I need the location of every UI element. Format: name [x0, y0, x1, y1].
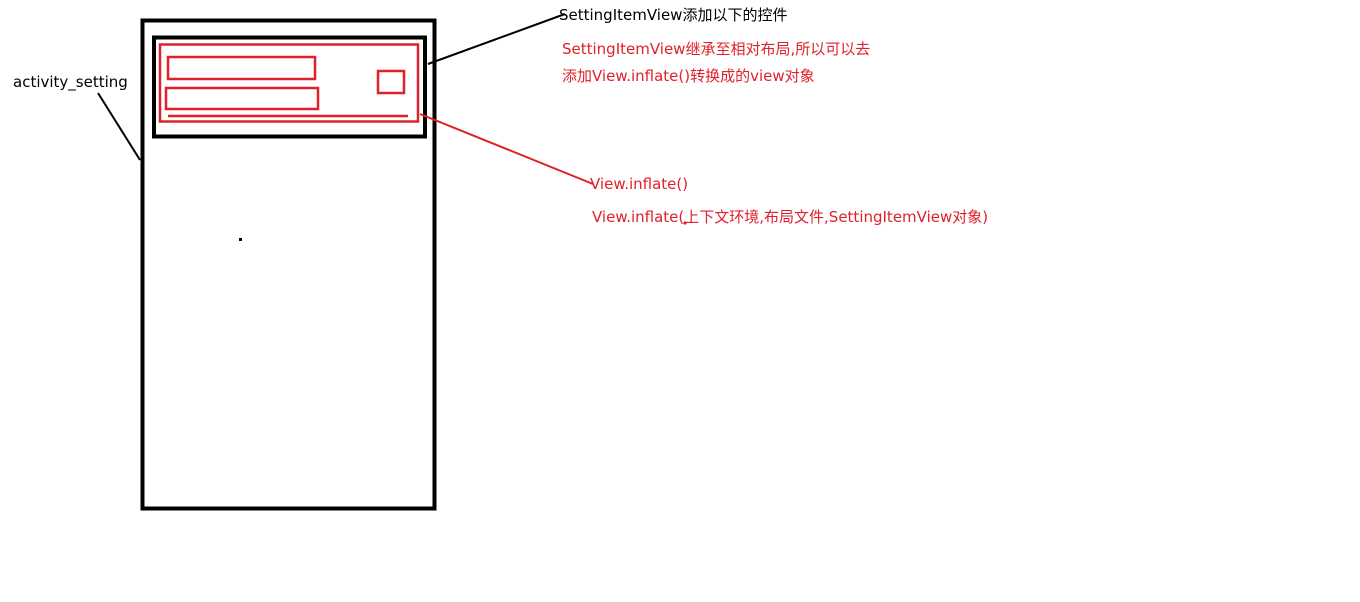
setting-item-view-note-line1: SettingItemView继承至相对布局,所以可以去	[562, 40, 871, 58]
inflate-title: View.inflate()	[590, 175, 689, 193]
description-textview-box	[164, 86, 320, 111]
checkbox-box	[376, 69, 406, 95]
setting-item-view-note-line2: 添加View.inflate()转换成的view对象	[562, 67, 815, 85]
dot-mark	[239, 238, 242, 241]
diagram-drawing	[97, 13, 687, 511]
setting-item-view-connector	[427, 13, 566, 65]
diagram-canvas: activity_setting SettingItemView添加以下的控件 …	[0, 0, 1360, 602]
activity-setting-label: activity_setting	[13, 73, 128, 91]
setting-item-view-title: SettingItemView添加以下的控件	[559, 6, 788, 24]
inflate-connector	[419, 113, 594, 185]
title-textview-box	[166, 55, 317, 81]
inflate-signature: View.inflate(上下文环境,布局文件,SettingItemView对…	[592, 208, 989, 226]
activity-setting-connector	[97, 92, 141, 161]
